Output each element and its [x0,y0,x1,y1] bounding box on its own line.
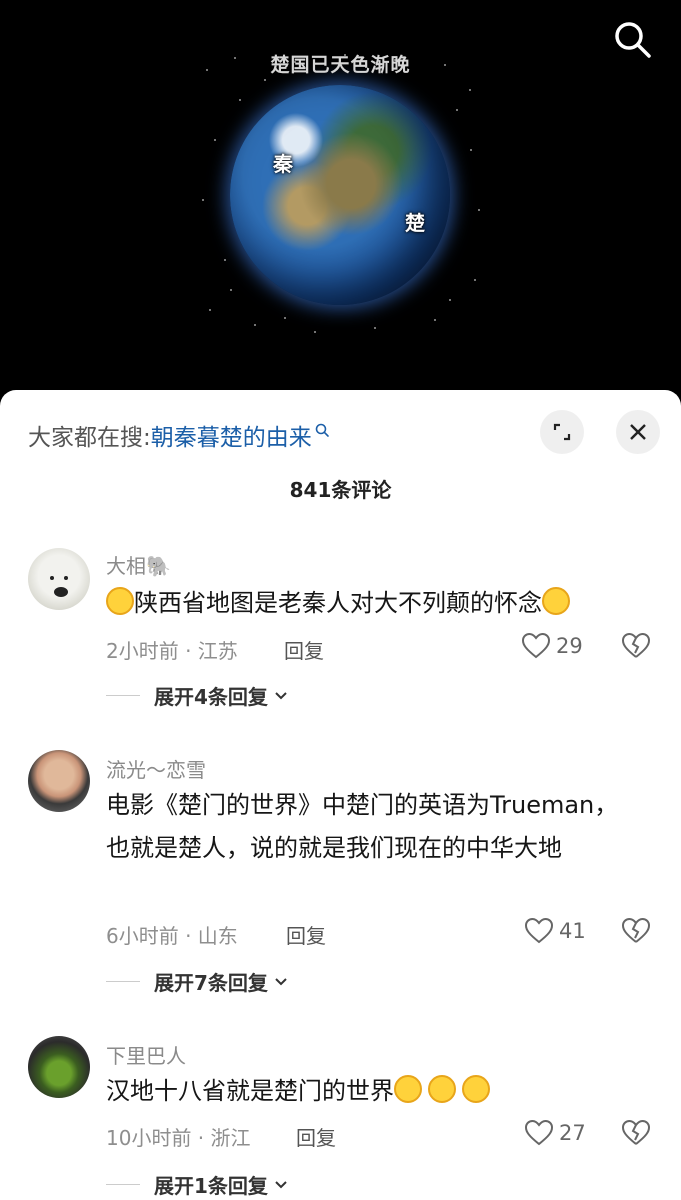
comment-text: 电影《楚门的世界》中楚门的英语为Trueman， 也就是楚人，说的就是我们现在的… [106,791,619,862]
like-count: 41 [559,919,586,943]
crying-emoji-icon [462,1075,490,1103]
search-icon [615,22,651,58]
reply-button[interactable]: 回复 [284,635,324,664]
comment-meta: 10小时前 · 浙江 [106,1126,251,1150]
username[interactable]: 大相🐘 [106,550,171,579]
divider-line [106,981,140,982]
search-button[interactable] [611,18,655,62]
comment-meta: 2小时前 · 江苏 [106,639,238,663]
divider-line [106,1184,140,1185]
close-button[interactable] [616,410,660,454]
earth-globe [230,85,450,305]
comment-sheet: 大家都在搜:朝秦暮楚的由来 841条评论 大相🐘 陕西省地图是老秦人对大不列颠的… [0,390,681,1200]
crying-emoji-icon [428,1075,456,1103]
like-button[interactable]: 41 [525,918,586,944]
like-button[interactable]: 27 [525,1120,586,1146]
avatar[interactable] [28,750,90,812]
smile-emoji-icon [542,587,570,615]
smile-emoji-icon [106,587,134,615]
chevron-down-icon [275,977,287,985]
heart-icon [525,918,553,944]
dislike-button[interactable] [621,917,651,948]
username[interactable]: 流光～恋雪 [106,754,206,783]
broken-heart-icon [621,632,651,658]
video-player[interactable]: 楚国已天色渐晚 秦 楚 [0,0,681,400]
expand-button[interactable] [540,410,584,454]
comment-text: 陕西省地图是老秦人对大不列颠的怀念 [106,582,646,625]
like-count: 29 [556,634,583,658]
reply-button[interactable]: 回复 [296,1122,336,1151]
expand-replies[interactable]: 展开1条回复 [106,1170,290,1199]
comment-count: 841条评论 [289,478,392,502]
label-qin: 秦 [273,152,293,176]
heart-icon [522,633,550,659]
divider-line [106,695,140,696]
comment-meta: 6小时前 · 山东 [106,924,238,948]
expand-icon [553,423,571,441]
comment-text: 汉地十八省就是楚门的世界 [106,1070,646,1113]
chevron-down-icon [275,1180,287,1188]
like-count: 27 [559,1121,586,1145]
trending-keyword[interactable]: 朝秦暮楚的由来 [151,425,312,451]
heart-icon [525,1120,553,1146]
chevron-down-icon [275,691,287,699]
video-caption: 楚国已天色渐晚 [270,54,411,76]
broken-heart-icon [621,1119,651,1145]
crying-emoji-icon [394,1075,422,1103]
like-button[interactable]: 29 [522,633,583,659]
dislike-button[interactable] [621,1119,651,1150]
username[interactable]: 下里巴人 [106,1040,186,1069]
dislike-button[interactable] [621,632,651,663]
trending-prefix: 大家都在搜: [28,425,151,451]
avatar[interactable] [28,548,90,610]
avatar[interactable] [28,1036,90,1098]
close-icon [630,424,646,440]
label-chu: 楚 [405,211,425,235]
broken-heart-icon [621,917,651,943]
expand-replies[interactable]: 展开4条回复 [106,681,290,710]
search-small-icon [314,418,330,444]
expand-replies[interactable]: 展开7条回复 [106,967,290,996]
reply-button[interactable]: 回复 [286,920,326,949]
trending-search[interactable]: 大家都在搜:朝秦暮楚的由来 [28,418,330,452]
